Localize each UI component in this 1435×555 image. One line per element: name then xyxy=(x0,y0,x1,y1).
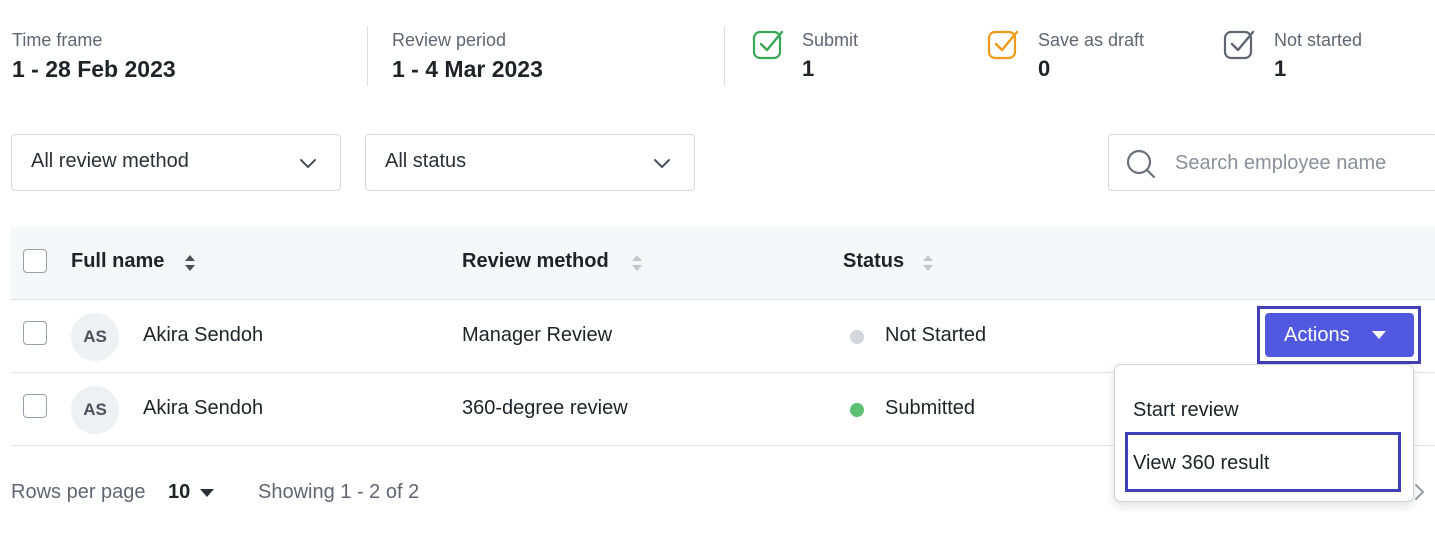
search-input[interactable] xyxy=(1175,149,1425,177)
column-header-review-method[interactable]: Review method xyxy=(462,250,609,273)
divider xyxy=(724,26,725,86)
column-header-full-name[interactable]: Full name xyxy=(71,250,164,273)
stat-not-started-value: 1 xyxy=(1274,56,1287,81)
not-started-check-icon xyxy=(1223,30,1255,60)
status-dot xyxy=(850,403,864,417)
time-frame: Time frame 1 - 28 Feb 2023 xyxy=(12,28,176,84)
chevron-right-icon[interactable] xyxy=(1412,482,1426,502)
caret-down-icon[interactable] xyxy=(200,489,214,497)
employee-search[interactable] xyxy=(1108,134,1435,191)
rows-per-page-label: Rows per page xyxy=(11,481,146,503)
stat-draft: Save as draft 0 xyxy=(1038,28,1144,84)
stat-not-started: Not started 1 xyxy=(1274,28,1362,84)
employee-name: Akira Sendoh xyxy=(143,324,264,346)
time-frame-label: Time frame xyxy=(12,30,103,50)
chevron-down-icon xyxy=(654,159,670,168)
column-header-status[interactable]: Status xyxy=(843,250,904,273)
submit-check-icon xyxy=(752,30,784,60)
actions-button[interactable]: Actions xyxy=(1265,313,1414,357)
status-select-value: All status xyxy=(385,150,467,172)
status-select[interactable]: All status xyxy=(365,134,695,191)
avatar: AS xyxy=(71,313,119,361)
avatar: AS xyxy=(71,386,119,434)
review-method: Manager Review xyxy=(462,324,613,346)
employee-name: Akira Sendoh xyxy=(143,397,264,419)
stat-submit-value: 1 xyxy=(802,56,815,81)
status-text: Submitted xyxy=(885,397,976,419)
stat-submit-label: Submit xyxy=(802,30,859,50)
time-frame-value: 1 - 28 Feb 2023 xyxy=(12,56,176,82)
sort-icon[interactable] xyxy=(921,251,935,275)
search-icon xyxy=(1126,149,1156,179)
review-method-select[interactable]: All review method xyxy=(11,134,341,191)
status-text: Not Started xyxy=(885,324,987,346)
divider xyxy=(367,26,368,86)
review-method: 360-degree review xyxy=(462,397,628,419)
review-period: Review period 1 - 4 Mar 2023 xyxy=(392,28,543,84)
review-summary: Time frame 1 - 28 Feb 2023 Review period… xyxy=(0,26,1435,88)
rows-per-page-select[interactable]: 10 xyxy=(168,481,190,504)
select-all-checkbox[interactable] xyxy=(23,249,47,273)
sort-icon[interactable] xyxy=(183,251,197,275)
stat-not-started-label: Not started xyxy=(1274,30,1363,50)
review-method-select-value: All review method xyxy=(31,150,189,172)
table-row[interactable]: AS Akira Sendoh Manager Review Not Start… xyxy=(11,300,1435,373)
stat-draft-label: Save as draft xyxy=(1038,30,1145,50)
draft-check-icon xyxy=(987,30,1019,60)
caret-down-icon[interactable] xyxy=(1372,331,1386,339)
table-header: Full name Review method Status xyxy=(11,227,1435,300)
pagination-summary: Showing 1 - 2 of 2 xyxy=(258,481,420,503)
menu-item-highlight xyxy=(1125,432,1401,492)
review-period-value: 1 - 4 Mar 2023 xyxy=(392,56,543,82)
sort-icon[interactable] xyxy=(630,251,644,275)
stat-draft-value: 0 xyxy=(1038,56,1051,81)
chevron-down-icon xyxy=(300,159,316,168)
review-period-label: Review period xyxy=(392,30,507,50)
row-checkbox[interactable] xyxy=(23,394,47,418)
row-checkbox[interactable] xyxy=(23,321,47,345)
status-dot xyxy=(850,330,864,344)
menu-item-start-review[interactable]: Start review xyxy=(1133,399,1239,422)
stat-submit: Submit 1 xyxy=(802,28,858,84)
